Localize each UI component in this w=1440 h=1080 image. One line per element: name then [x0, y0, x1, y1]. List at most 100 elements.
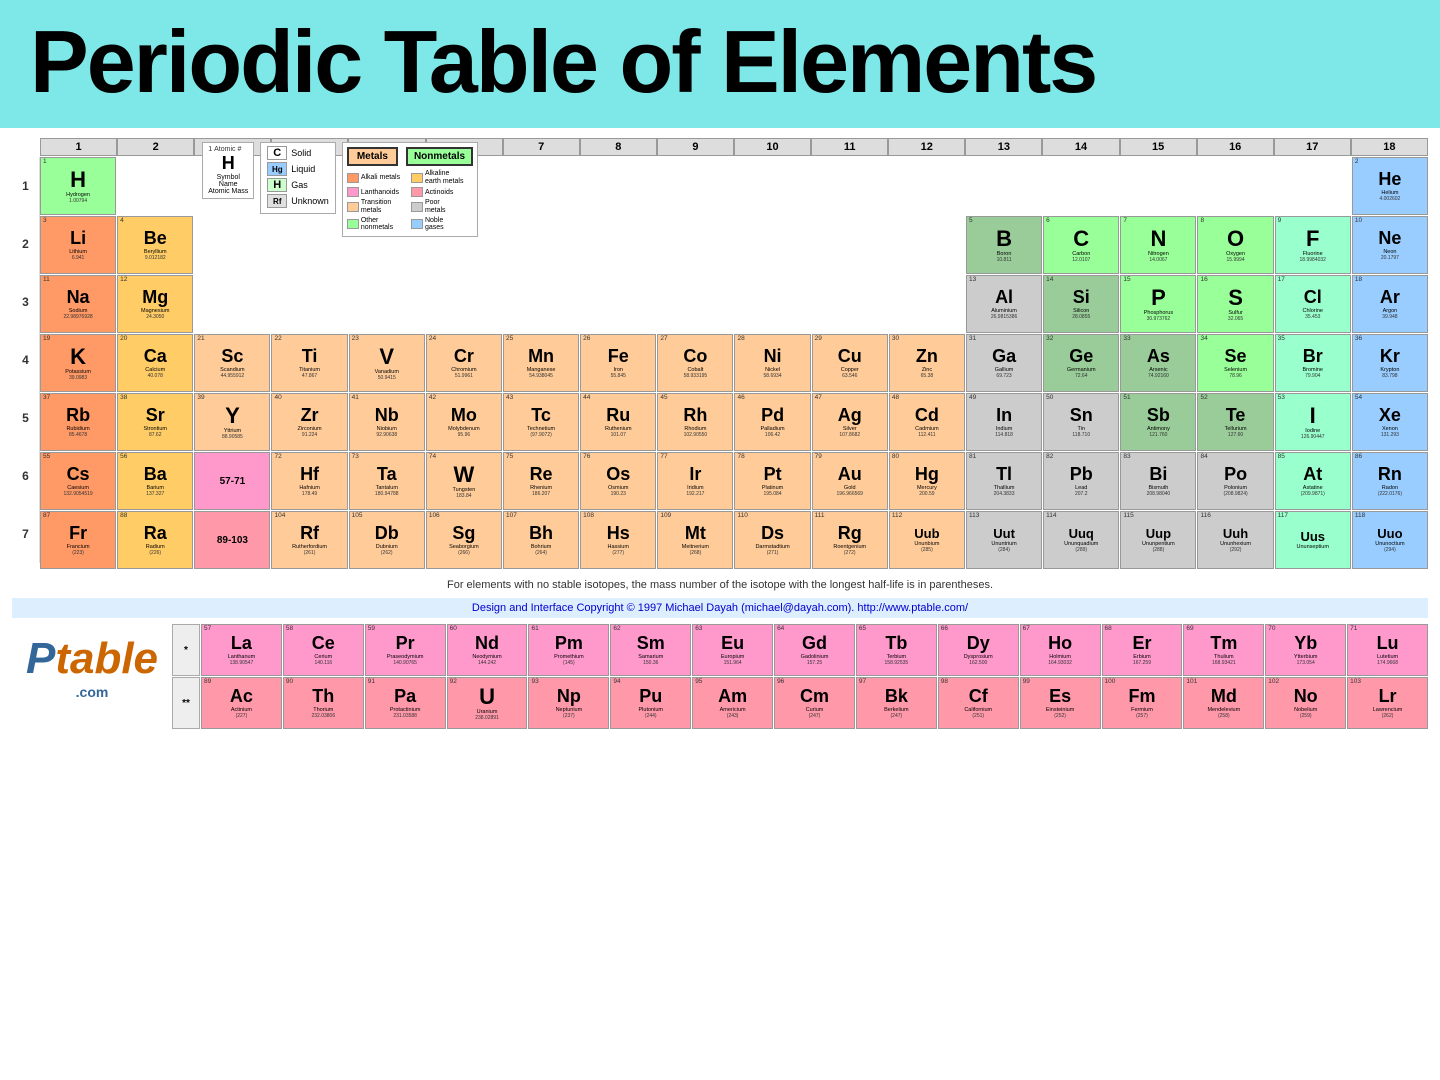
element-Nd[interactable]: 60NdNeodymium144.242	[447, 624, 528, 676]
element-Mt[interactable]: 109MtMeitnerium(268)	[657, 511, 733, 569]
element-Sr[interactable]: 38SrStrontium87.62	[117, 393, 193, 451]
element-Bh[interactable]: 107BhBohrium(264)	[503, 511, 579, 569]
element-Xe[interactable]: 54XeXenon131.293	[1352, 393, 1428, 451]
element-Ga[interactable]: 31GaGallium69.723	[966, 334, 1042, 392]
element-Zn[interactable]: 30ZnZinc65.38	[889, 334, 965, 392]
element-Bk[interactable]: 97BkBerkelium(247)	[856, 677, 937, 729]
element-Y[interactable]: 39YYttrium88.90585	[194, 393, 270, 451]
element-Mg[interactable]: 12MgMagnesium24.3050	[117, 275, 193, 333]
element-Dy[interactable]: 66DyDysprosium162.500	[938, 624, 1019, 676]
element-Sn[interactable]: 50SnTin118.710	[1043, 393, 1119, 451]
element-Ba[interactable]: 56BaBarium137.327	[117, 452, 193, 510]
element-Li[interactable]: 3LiLithium6.941	[40, 216, 116, 274]
element-Tl[interactable]: 81TlThallium204.3833	[966, 452, 1042, 510]
element-Fe[interactable]: 26FeIron55.845	[580, 334, 656, 392]
element-Ho[interactable]: 67HoHolmium164.93032	[1020, 624, 1101, 676]
element-Ni[interactable]: 28NiNickel58.6934	[734, 334, 810, 392]
element-Er[interactable]: 68ErErbium167.259	[1102, 624, 1183, 676]
element-V[interactable]: 23VVanadium50.9415	[349, 334, 425, 392]
element-Pu[interactable]: 94PuPlutonium(244)	[610, 677, 691, 729]
element-In[interactable]: 49InIndium114.818	[966, 393, 1042, 451]
element-Ta[interactable]: 73TaTantalum180.94788	[349, 452, 425, 510]
element-Hf[interactable]: 72HfHafnium178.49	[271, 452, 347, 510]
element-Uuq[interactable]: 114UuqUnunquadium(289)	[1043, 511, 1119, 569]
element-He[interactable]: 2HeHelium4.002602	[1352, 157, 1428, 215]
element-Au[interactable]: 79AuGold196.966569	[812, 452, 888, 510]
element-Ru[interactable]: 44RuRuthenium101.07	[580, 393, 656, 451]
element-Re[interactable]: 75ReRhenium186.207	[503, 452, 579, 510]
element-Sm[interactable]: 62SmSamarium150.36	[610, 624, 691, 676]
element-Uuh[interactable]: 116UuhUnunhexium(292)	[1197, 511, 1273, 569]
element-Cu[interactable]: 29CuCopper63.546	[812, 334, 888, 392]
element-Mn[interactable]: 25MnManganese54.938045	[503, 334, 579, 392]
element-Cm[interactable]: 96CmCurium(247)	[774, 677, 855, 729]
element-Be[interactable]: 4BeBeryllium9.012182	[117, 216, 193, 274]
element-La[interactable]: 57LaLanthanum138.90547	[201, 624, 282, 676]
element-Os[interactable]: 76OsOsmium190.23	[580, 452, 656, 510]
element-U[interactable]: 92UUranium238.02891	[447, 677, 528, 729]
element-Se[interactable]: 34SeSelenium78.96	[1197, 334, 1273, 392]
element-Rn[interactable]: 86RnRadon(222.0176)	[1352, 452, 1428, 510]
element-Th[interactable]: 90ThThorium232.03806	[283, 677, 364, 729]
element-B[interactable]: 5BBoron10.811	[966, 216, 1042, 274]
element-F[interactable]: 9FFluorine18.9984032	[1275, 216, 1351, 274]
element-Uub[interactable]: 112UubUnunbium(285)	[889, 511, 965, 569]
element-Pd[interactable]: 46PdPalladium106.42	[734, 393, 810, 451]
element-Lr[interactable]: 103LrLawrencium(262)	[1347, 677, 1428, 729]
element-Tm[interactable]: 69TmThulium168.93421	[1183, 624, 1264, 676]
element-Zr[interactable]: 40ZrZirconium91.224	[271, 393, 347, 451]
element-No[interactable]: 102NoNobelium(259)	[1265, 677, 1346, 729]
element-Am[interactable]: 95AmAmericium(243)	[692, 677, 773, 729]
element-Ac[interactable]: 89AcActinium(227)	[201, 677, 282, 729]
element-Cl[interactable]: 17ClChlorine35.453	[1275, 275, 1351, 333]
element-Sg[interactable]: 106SgSeaborgium(266)	[426, 511, 502, 569]
element-Ar[interactable]: 18ArArgon39.948	[1352, 275, 1428, 333]
element-Pr[interactable]: 59PrPraseodymium140.90765	[365, 624, 446, 676]
element-H[interactable]: 1HHydrogen1.00794	[40, 157, 116, 215]
element-Na[interactable]: 11NaSodium22.98976928	[40, 275, 116, 333]
element-Lu[interactable]: 71LuLutetium174.9668	[1347, 624, 1428, 676]
element-Cf[interactable]: 98CfCalifornium(251)	[938, 677, 1019, 729]
element-At[interactable]: 85AtAstatine(209.9871)	[1275, 452, 1351, 510]
element-Gd[interactable]: 64GdGadolinium157.25	[774, 624, 855, 676]
element-Tc[interactable]: 43TcTechnetium(97.9072)	[503, 393, 579, 451]
element-Po[interactable]: 84PoPolonium(208.9824)	[1197, 452, 1273, 510]
lanthanide-placeholder[interactable]: 57-71	[194, 452, 270, 510]
element-Ag[interactable]: 47AgSilver107.8682	[812, 393, 888, 451]
element-Te[interactable]: 52TeTellurium127.60	[1197, 393, 1273, 451]
element-Nb[interactable]: 41NbNiobium92.90638	[349, 393, 425, 451]
element-Ne[interactable]: 10NeNeon20.1797	[1352, 216, 1428, 274]
element-Al[interactable]: 13AlAluminium26.9815386	[966, 275, 1042, 333]
element-Hg[interactable]: 80HgMercury200.59	[889, 452, 965, 510]
element-Rb[interactable]: 37RbRubidium85.4678	[40, 393, 116, 451]
element-Pa[interactable]: 91PaProtactinium231.03588	[365, 677, 446, 729]
element-Fm[interactable]: 100FmFermium(257)	[1102, 677, 1183, 729]
element-As[interactable]: 33AsArsenic74.92160	[1120, 334, 1196, 392]
element-Cd[interactable]: 48CdCadmium112.411	[889, 393, 965, 451]
element-Ds[interactable]: 110DsDarmstadtium(271)	[734, 511, 810, 569]
element-W[interactable]: 74WTungsten183.84	[426, 452, 502, 510]
element-K[interactable]: 19KPotassium39.0983	[40, 334, 116, 392]
element-Uus[interactable]: 117UusUnunseptium	[1275, 511, 1351, 569]
element-Mo[interactable]: 42MoMolybdenum95.96	[426, 393, 502, 451]
element-Tb[interactable]: 65TbTerbium158.92535	[856, 624, 937, 676]
element-C[interactable]: 6CCarbon12.0107	[1043, 216, 1119, 274]
element-Eu[interactable]: 63EuEuropium151.964	[692, 624, 773, 676]
element-O[interactable]: 8OOxygen15.9994	[1197, 216, 1273, 274]
element-P[interactable]: 15PPhosphorus30.973762	[1120, 275, 1196, 333]
element-Pm[interactable]: 61PmPromethium(145)	[528, 624, 609, 676]
element-I[interactable]: 53IIodine126.90447	[1275, 393, 1351, 451]
element-Cs[interactable]: 55CsCaesium132.9054519	[40, 452, 116, 510]
element-Fr[interactable]: 87FrFrancium(223)	[40, 511, 116, 569]
element-Sc[interactable]: 21ScScandium44.955912	[194, 334, 270, 392]
element-Np[interactable]: 93NpNeptunium(237)	[528, 677, 609, 729]
element-Ti[interactable]: 22TiTitanium47.867	[271, 334, 347, 392]
element-Md[interactable]: 101MdMendelevium(258)	[1183, 677, 1264, 729]
element-Ge[interactable]: 32GeGermanium72.64	[1043, 334, 1119, 392]
element-Ra[interactable]: 88RaRadium(226)	[117, 511, 193, 569]
element-Uut[interactable]: 113UutUnuntrium(284)	[966, 511, 1042, 569]
element-Cr[interactable]: 24CrChromium51.9961	[426, 334, 502, 392]
element-Pb[interactable]: 82PbLead207.2	[1043, 452, 1119, 510]
element-Rh[interactable]: 45RhRhodium102.90550	[657, 393, 733, 451]
element-S[interactable]: 16SSulfur32.065	[1197, 275, 1273, 333]
